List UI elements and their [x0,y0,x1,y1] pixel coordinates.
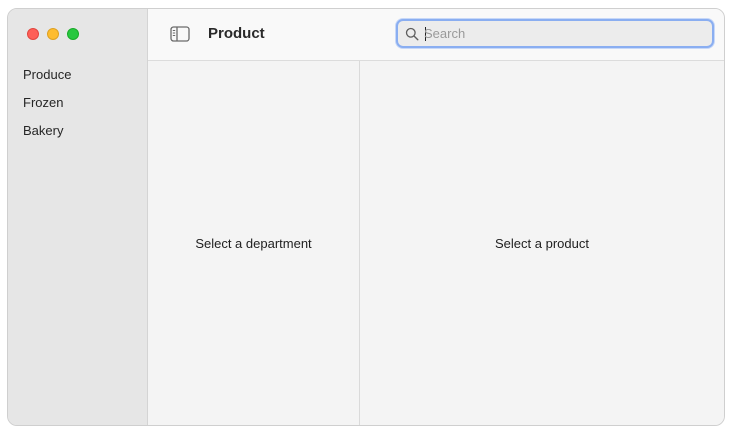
sidebar-toggle-button[interactable] [170,26,190,42]
department-placeholder-text: Select a department [195,235,312,251]
sidebar: Produce Frozen Bakery [8,9,148,425]
app-window: Produce Frozen Bakery Product Select [7,8,725,426]
magnifying-glass-icon [405,27,419,41]
zoom-window-button[interactable] [67,28,79,40]
window-controls [27,28,79,40]
department-pane: Select a department [148,61,360,425]
sidebar-left-icon [170,26,190,42]
product-placeholder-text: Select a product [495,235,589,251]
search-field[interactable] [396,19,714,48]
close-window-button[interactable] [27,28,39,40]
department-list: Produce Frozen Bakery [8,65,147,149]
search-input[interactable] [424,23,704,44]
page-title: Product [208,25,265,42]
product-pane: Select a product [360,61,724,425]
sidebar-item-produce[interactable]: Produce [8,65,147,93]
minimize-window-button[interactable] [47,28,59,40]
toolbar: Product [148,9,724,61]
sidebar-item-frozen[interactable]: Frozen [8,93,147,121]
sidebar-item-bakery[interactable]: Bakery [8,121,147,149]
